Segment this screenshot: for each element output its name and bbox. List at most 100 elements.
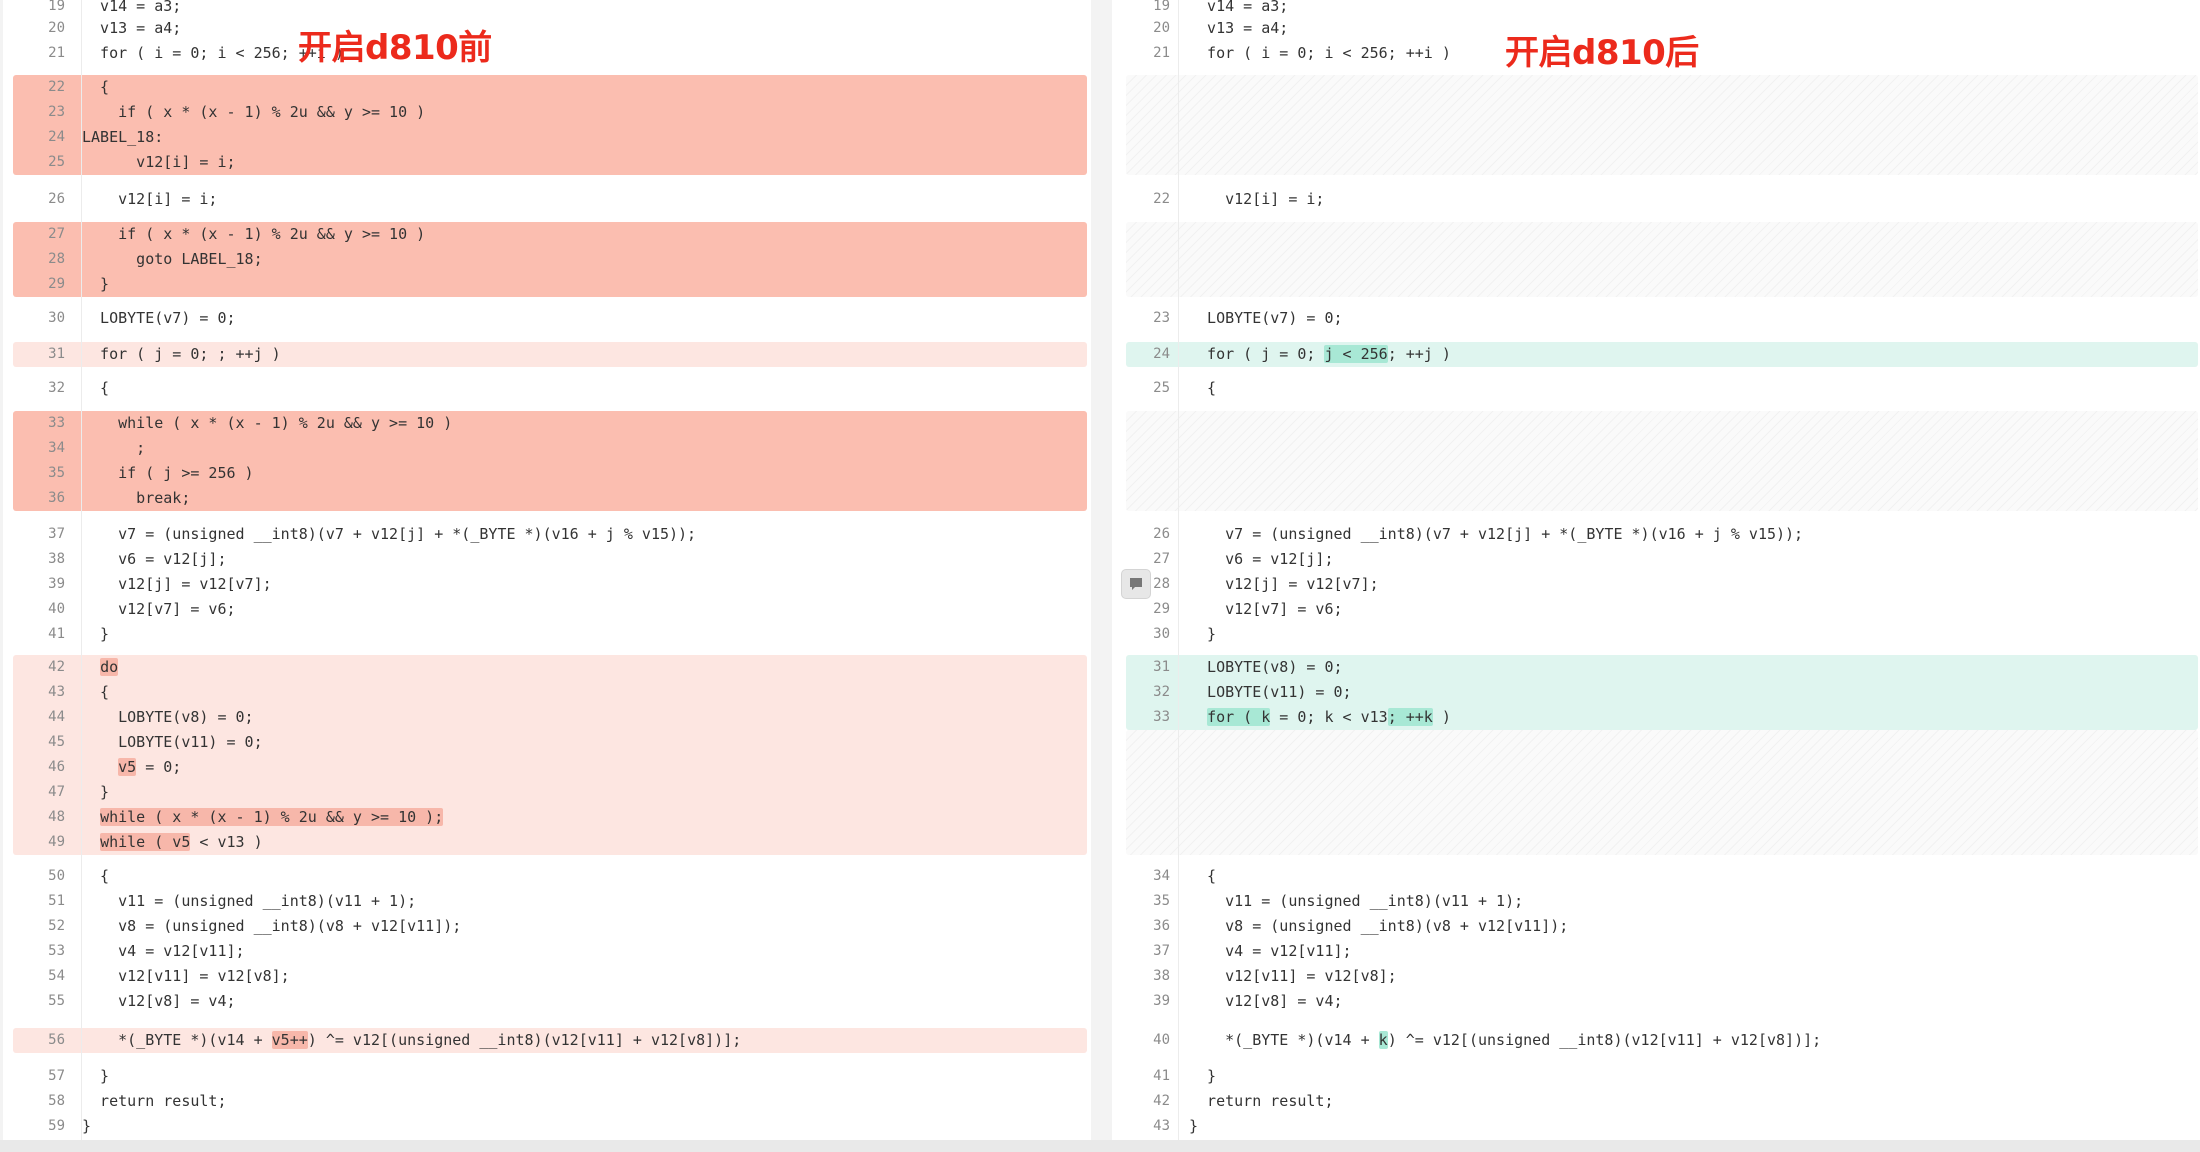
code-line[interactable]: 39 v12[v8] = v4; bbox=[1112, 989, 2200, 1014]
code-line[interactable]: 26 v7 = (unsigned __int8)(v7 + v12[j] + … bbox=[1112, 522, 2200, 547]
code-text: v4 = v12[v11]; bbox=[82, 942, 245, 960]
code-text: v6 = v12[j]; bbox=[1189, 550, 1334, 568]
code-line[interactable]: 36 break; bbox=[3, 486, 1091, 511]
add-comment-button[interactable] bbox=[1121, 569, 1151, 599]
code-line[interactable]: 27 if ( x * (x - 1) % 2u && y >= 10 ) bbox=[3, 222, 1091, 247]
code-line[interactable]: 20 v13 = a4; bbox=[3, 16, 1091, 41]
code-line[interactable]: 25 v12[i] = i; bbox=[3, 150, 1091, 175]
changed-token: ; ++k bbox=[1387, 708, 1433, 726]
empty-diff-placeholder bbox=[1126, 75, 2198, 175]
code-line[interactable]: 23 if ( x * (x - 1) % 2u && y >= 10 ) bbox=[3, 100, 1091, 125]
code-text: } bbox=[82, 625, 110, 643]
changed-token: do bbox=[100, 658, 119, 676]
code-text: } bbox=[1189, 1117, 1199, 1135]
code-line[interactable]: 43} bbox=[1112, 1114, 2200, 1139]
code-line[interactable]: 41 } bbox=[3, 622, 1091, 647]
code-line[interactable]: 58 return result; bbox=[3, 1089, 1091, 1114]
code-line[interactable]: 48 while ( x * (x - 1) % 2u && y >= 10 )… bbox=[3, 805, 1091, 830]
code-line[interactable]: 35 if ( j >= 256 ) bbox=[3, 461, 1091, 486]
code-line[interactable]: 30 LOBYTE(v7) = 0; bbox=[3, 306, 1091, 331]
code-line[interactable]: 33 while ( x * (x - 1) % 2u && y >= 10 ) bbox=[3, 411, 1091, 436]
code-line[interactable]: 47 } bbox=[3, 780, 1091, 805]
line-number: 57 bbox=[48, 1068, 65, 1084]
code-line[interactable]: 24 LABEL_18: bbox=[3, 125, 1091, 150]
code-text: } bbox=[1189, 1067, 1217, 1085]
code-line[interactable]: 50 { bbox=[3, 864, 1091, 889]
line-number: 51 bbox=[48, 893, 65, 909]
right-line-gutter-divider bbox=[1178, 0, 1179, 1140]
code-line[interactable]: 33 for ( k = 0; k < v13; ++k ) bbox=[1112, 705, 2200, 730]
line-number: 23 bbox=[48, 104, 65, 120]
code-line[interactable]: 28 v12[j] = v12[v7]; bbox=[1112, 572, 2200, 597]
code-line[interactable]: 45 LOBYTE(v11) = 0; bbox=[3, 730, 1091, 755]
line-number: 36 bbox=[1153, 918, 1170, 934]
code-line[interactable]: 28 goto LABEL_18; bbox=[3, 247, 1091, 272]
code-text: } bbox=[1189, 625, 1217, 643]
code-line[interactable]: 40 *(_BYTE *)(v14 + k) ^= v12[(unsigned … bbox=[1112, 1028, 2200, 1053]
code-line[interactable]: 34 { bbox=[1112, 864, 2200, 889]
line-number: 34 bbox=[1153, 868, 1170, 884]
empty-diff-placeholder bbox=[1126, 730, 2198, 855]
code-line[interactable]: 32 LOBYTE(v11) = 0; bbox=[1112, 680, 2200, 705]
code-line[interactable]: 35 v11 = (unsigned __int8)(v11 + 1); bbox=[1112, 889, 2200, 914]
code-text: } bbox=[82, 1117, 92, 1135]
code-text: *(_BYTE *)(v14 + k) ^= v12[(unsigned __i… bbox=[1189, 1031, 1822, 1049]
code-line[interactable]: 29 } bbox=[3, 272, 1091, 297]
code-line[interactable]: 37 v7 = (unsigned __int8)(v7 + v12[j] + … bbox=[3, 522, 1091, 547]
code-line[interactable]: 31 for ( j = 0; ; ++j ) bbox=[3, 342, 1091, 367]
code-text: { bbox=[82, 867, 110, 885]
line-number: 38 bbox=[1153, 968, 1170, 984]
code-line[interactable]: 38 v6 = v12[j]; bbox=[3, 547, 1091, 572]
code-line[interactable]: 56 *(_BYTE *)(v14 + v5++) ^= v12[(unsign… bbox=[3, 1028, 1091, 1053]
code-line[interactable]: 59} bbox=[3, 1114, 1091, 1139]
code-line[interactable]: 57 } bbox=[3, 1064, 1091, 1089]
code-line[interactable]: 51 v11 = (unsigned __int8)(v11 + 1); bbox=[3, 889, 1091, 914]
left-diff-pane[interactable]: 19 v14 = a3; 20 v13 = a4; 21 for ( i = 0; … bbox=[3, 0, 1091, 1140]
line-number: 38 bbox=[48, 551, 65, 567]
code-text: for ( j = 0; ; ++j ) bbox=[82, 345, 281, 363]
code-line[interactable]: 21 for ( i = 0; i < 256; ++i ) bbox=[3, 41, 1091, 66]
code-line[interactable]: 37 v4 = v12[v11]; bbox=[1112, 939, 2200, 964]
code-line[interactable]: 22 v12[i] = i; bbox=[1112, 187, 2200, 212]
code-text: while ( x * (x - 1) % 2u && y >= 10 ) bbox=[82, 414, 453, 432]
code-line[interactable]: 39 v12[j] = v12[v7]; bbox=[3, 572, 1091, 597]
right-diff-pane[interactable]: 19 v14 = a3; 20 v13 = a4; 21 for ( i = 0; … bbox=[1112, 0, 2200, 1140]
code-text: ; bbox=[82, 439, 146, 457]
changed-token: k bbox=[1378, 1031, 1388, 1049]
code-line[interactable]: 25 { bbox=[1112, 376, 2200, 401]
code-text: return result; bbox=[82, 1092, 227, 1110]
line-number: 50 bbox=[48, 868, 65, 884]
code-line[interactable]: 22 { bbox=[3, 75, 1091, 100]
code-line[interactable]: 36 v8 = (unsigned __int8)(v8 + v12[v11])… bbox=[1112, 914, 2200, 939]
line-number: 42 bbox=[1153, 1093, 1170, 1109]
code-line[interactable]: 54 v12[v11] = v12[v8]; bbox=[3, 964, 1091, 989]
code-line[interactable]: 44 LOBYTE(v8) = 0; bbox=[3, 705, 1091, 730]
code-line[interactable]: 38 v12[v11] = v12[v8]; bbox=[1112, 964, 2200, 989]
code-line[interactable]: 26 v12[i] = i; bbox=[3, 187, 1091, 212]
code-line[interactable]: 24 for ( j = 0; j < 256; ++j ) bbox=[1112, 342, 2200, 367]
code-line[interactable]: 41 } bbox=[1112, 1064, 2200, 1089]
code-line[interactable]: 23 LOBYTE(v7) = 0; bbox=[1112, 306, 2200, 331]
code-line[interactable]: 46 v5 = 0; bbox=[3, 755, 1091, 780]
code-line[interactable]: 52 v8 = (unsigned __int8)(v8 + v12[v11])… bbox=[3, 914, 1091, 939]
code-line[interactable]: 42 do bbox=[3, 655, 1091, 680]
code-line[interactable]: 34 ; bbox=[3, 436, 1091, 461]
code-line[interactable]: 53 v4 = v12[v11]; bbox=[3, 939, 1091, 964]
code-line[interactable]: 32 { bbox=[3, 376, 1091, 401]
code-line[interactable]: 27 v6 = v12[j]; bbox=[1112, 547, 2200, 572]
code-line[interactable]: 29 v12[v7] = v6; bbox=[1112, 597, 2200, 622]
code-line[interactable]: 42 return result; bbox=[1112, 1089, 2200, 1114]
empty-diff-placeholder bbox=[1126, 411, 2198, 511]
line-number: 22 bbox=[48, 79, 65, 95]
code-line[interactable]: 43 { bbox=[3, 680, 1091, 705]
code-line[interactable]: 49 while ( v5 < v13 ) bbox=[3, 830, 1091, 855]
changed-token: while ( x * (x - 1) % 2u && y >= 10 ); bbox=[100, 808, 444, 826]
code-line[interactable]: 40 v12[v7] = v6; bbox=[3, 597, 1091, 622]
line-number: 40 bbox=[48, 601, 65, 617]
code-line[interactable]: 55 v12[v8] = v4; bbox=[3, 989, 1091, 1014]
code-line[interactable]: 31 LOBYTE(v8) = 0; bbox=[1112, 655, 2200, 680]
code-text: LOBYTE(v8) = 0; bbox=[82, 708, 254, 726]
code-line[interactable]: 30 } bbox=[1112, 622, 2200, 647]
horizontal-scrollbar[interactable] bbox=[0, 1140, 2200, 1152]
line-number: 26 bbox=[1153, 526, 1170, 542]
